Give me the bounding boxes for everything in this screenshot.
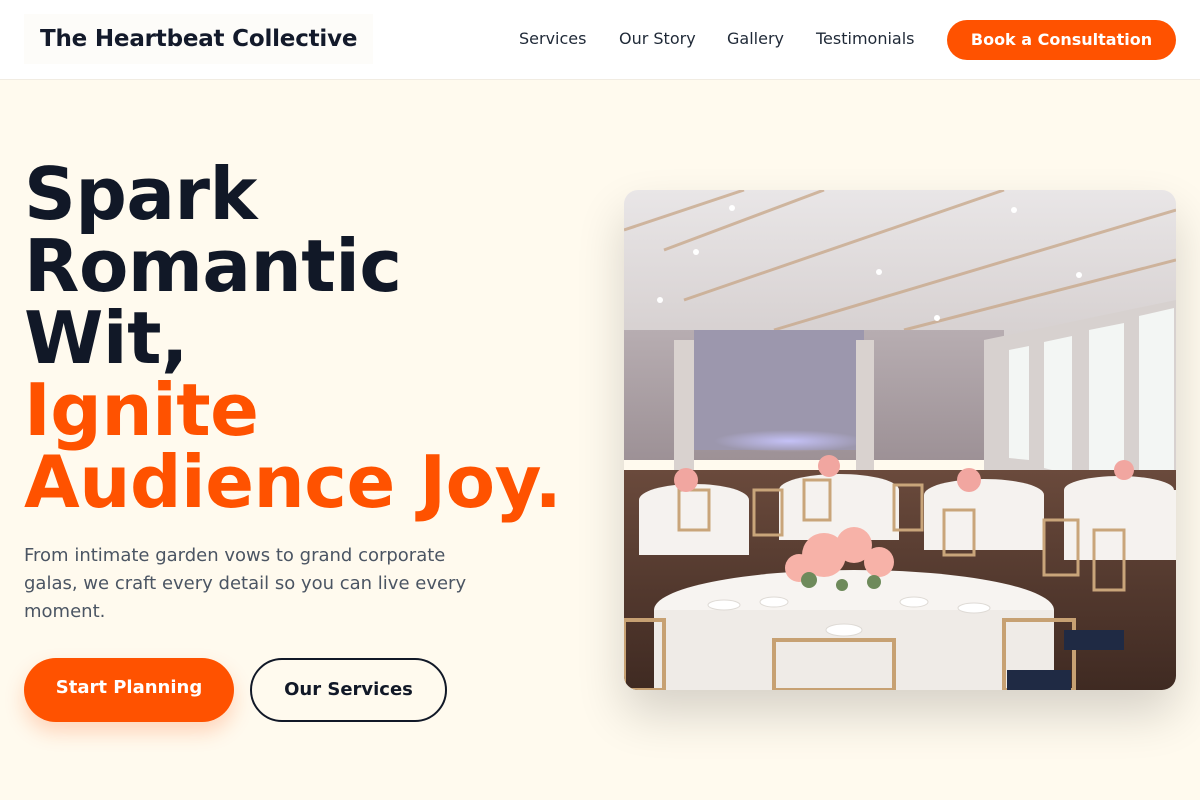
site-header: The Heartbeat Collective Services Our St… (0, 0, 1200, 80)
nav-link-gallery[interactable]: Gallery (727, 28, 784, 50)
brand-logo[interactable]: The Heartbeat Collective (24, 14, 374, 64)
headline-line-2: Romantic (24, 224, 402, 308)
headline-line-3: Wit, (24, 296, 188, 380)
nav-link-services[interactable]: Services (519, 28, 586, 50)
our-services-button[interactable]: Our Services (250, 658, 447, 722)
hero-headline: Spark Romantic Wit, Ignite Audience Joy. (24, 158, 604, 518)
headline-accent-line-2: Audience Joy. (24, 440, 562, 524)
banquet-hall-photo (624, 190, 1176, 690)
book-consultation-button[interactable]: Book a Consultation (947, 20, 1176, 60)
headline-line-1: Spark (24, 152, 257, 236)
nav-link-testimonials[interactable]: Testimonials (816, 28, 915, 50)
nav-link-our-story[interactable]: Our Story (619, 28, 696, 50)
headline-accent-line-1: Ignite (24, 368, 259, 452)
start-planning-button[interactable]: Start Planning (24, 658, 234, 722)
hero-description: From intimate garden vows to grand corpo… (24, 545, 467, 622)
